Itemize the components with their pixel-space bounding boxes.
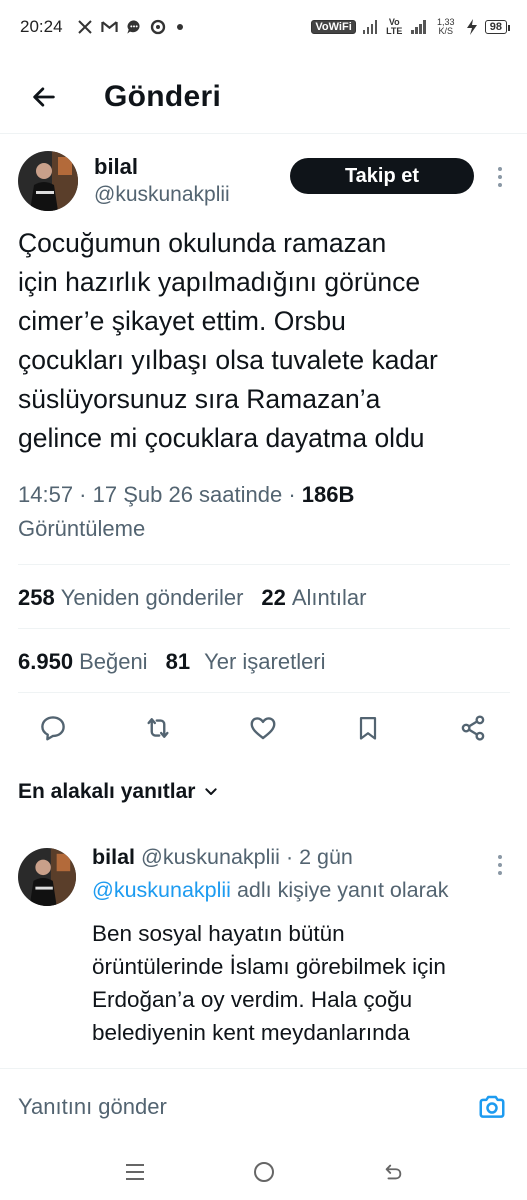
like-button[interactable] — [246, 711, 280, 745]
share-icon — [461, 715, 485, 741]
more-options-icon[interactable] — [490, 162, 510, 192]
reply-icon — [41, 716, 65, 741]
bookmark-label[interactable]: Yer işaretleri — [204, 649, 325, 675]
vowifi-badge: VoWiFi — [311, 20, 356, 34]
recents-button[interactable] — [115, 1152, 155, 1192]
reply-button[interactable] — [36, 711, 70, 745]
heart-icon — [250, 717, 276, 740]
replies-sort-dropdown[interactable]: En alakalı yanıtlar — [18, 780, 219, 804]
post-actions — [18, 706, 510, 750]
reply-composer — [0, 1068, 527, 1144]
reply-header: bilal @kuskunakplii · 2 gün — [92, 845, 353, 869]
signal-icon-2 — [411, 20, 426, 34]
reply-to-suffix: adlı kişiye yanıt olarak — [236, 878, 449, 902]
sync-icon — [150, 19, 165, 35]
bookmark-count[interactable]: 81 — [166, 649, 190, 675]
post-meta: 14:57 · 17 Şub 26 saatinde · 186B Görünt… — [18, 482, 355, 541]
status-bar: 20:24 VoWiFi Vo LTE 1,33 K/S 98 — [0, 0, 527, 54]
avatar-image — [18, 151, 78, 211]
divider — [18, 692, 510, 693]
quote-count[interactable]: 22 — [261, 585, 285, 611]
charging-icon — [466, 19, 477, 35]
system-navigation-bar — [0, 1144, 527, 1200]
post-time: 14:57 — [18, 482, 74, 507]
divider — [18, 628, 510, 629]
home-button[interactable] — [244, 1152, 284, 1192]
arrow-left-icon — [33, 86, 55, 107]
signal-icon — [362, 20, 378, 34]
more-options-icon[interactable] — [490, 850, 510, 880]
undo-arrow-icon — [385, 1164, 401, 1180]
avatar[interactable] — [18, 151, 78, 211]
avatar-image — [18, 848, 76, 906]
replies-sort-label: En alakalı yanıtlar — [18, 780, 196, 803]
bookmark-button[interactable] — [351, 711, 385, 745]
user-handle[interactable]: @kuskunakplii — [94, 181, 230, 209]
page-title: Gönderi — [104, 79, 222, 113]
reply-text: Ben sosyal hayatın bütün örüntülerinde İ… — [92, 921, 446, 1045]
like-label[interactable]: Beğeni — [79, 649, 148, 675]
post-author: bilal @kuskunakplii Takip et — [18, 148, 510, 214]
reply-input[interactable] — [18, 1093, 475, 1120]
views-label: Görüntüleme — [18, 516, 146, 541]
follow-button[interactable]: Takip et — [290, 158, 474, 194]
battery-indicator: 98 — [484, 20, 511, 34]
reply-to-mention[interactable]: @kuskunakplii — [92, 878, 231, 902]
repost-count[interactable]: 258 — [18, 585, 55, 611]
circle-icon — [253, 1162, 274, 1182]
top-app-bar: Gönderi — [0, 60, 527, 134]
notification-icons — [77, 19, 186, 35]
reply-handle[interactable]: @kuskunakplii — [141, 845, 280, 869]
display-name[interactable]: bilal — [94, 153, 230, 181]
reply-display-name[interactable]: bilal — [92, 845, 135, 869]
repost-icon — [147, 718, 169, 738]
lte-indicator: Vo LTE — [386, 17, 403, 36]
menu-lines-icon — [125, 1164, 144, 1180]
x-icon — [77, 20, 92, 34]
message-icon — [126, 20, 140, 34]
camera-button[interactable] — [475, 1090, 509, 1124]
camera-icon — [479, 1095, 505, 1118]
post-text: Çocuğumun okulunda ramazan için hazırlık… — [18, 228, 438, 453]
chevron-down-icon — [205, 788, 218, 795]
avatar[interactable] — [18, 848, 76, 906]
back-button[interactable] — [14, 67, 74, 127]
share-button[interactable] — [456, 711, 490, 745]
like-count[interactable]: 6.950 — [18, 649, 73, 675]
post-date: 17 Şub 26 saatinde — [92, 482, 283, 507]
bookmark-icon — [359, 716, 377, 740]
view-count: 186B — [301, 482, 355, 507]
quote-label[interactable]: Alıntılar — [292, 585, 367, 611]
dot-icon — [176, 24, 183, 30]
repost-label[interactable]: Yeniden gönderiler — [61, 585, 244, 611]
stats-row-reposts: 258 Yeniden gönderiler 22 Alıntılar — [18, 578, 510, 618]
reply-to-line: @kuskunakplii adlı kişiye yanıt olarak — [92, 874, 492, 907]
system-back-button[interactable] — [373, 1152, 413, 1192]
gmail-icon — [100, 21, 118, 32]
stats-row-likes: 6.950 Beğeni 81 Yer işaretleri — [18, 642, 510, 682]
status-indicators: VoWiFi Vo LTE 1,33 K/S 98 — [311, 17, 511, 36]
repost-button[interactable] — [141, 711, 175, 745]
network-speed: 1,33 K/S — [436, 17, 455, 36]
status-time: 20:24 — [20, 17, 63, 36]
reply-age: 2 gün — [299, 845, 353, 869]
divider — [18, 564, 510, 565]
